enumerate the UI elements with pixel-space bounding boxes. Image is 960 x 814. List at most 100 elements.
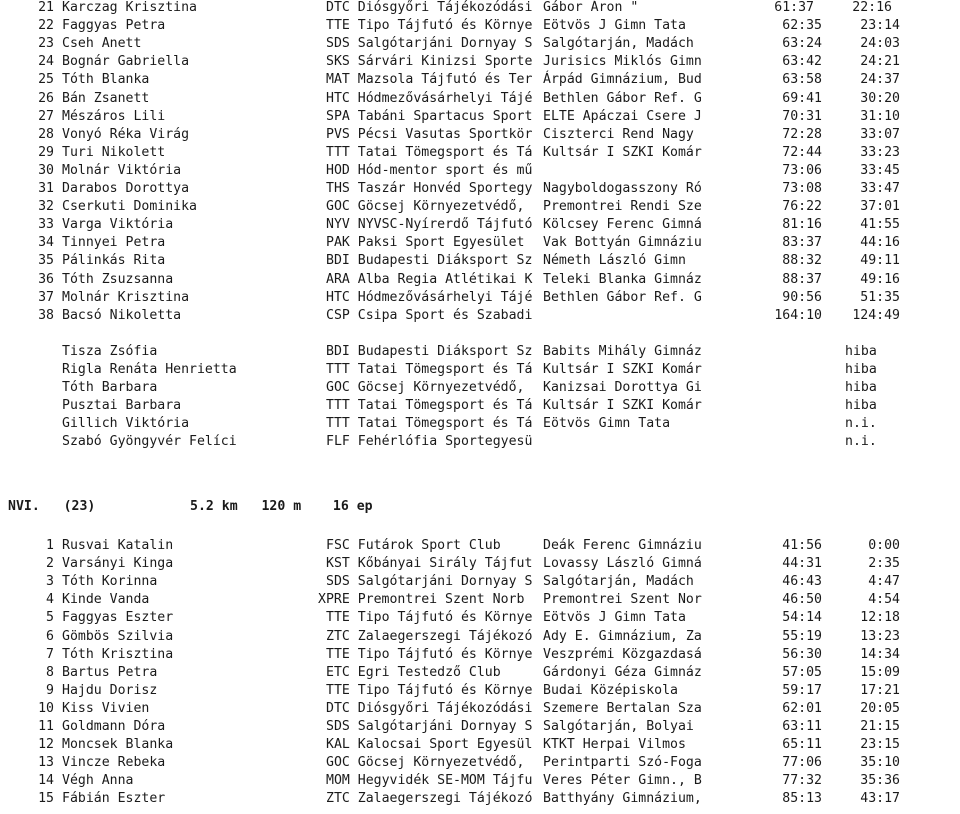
result-row: Gillich Viktória TTT Tatai Tömegsport és … bbox=[0, 415, 960, 433]
result-time: 63:24 bbox=[782, 36, 822, 52]
result-competitor-name: Tóth Barbara bbox=[62, 380, 158, 396]
result-competitor-name: Cseh Anett bbox=[62, 36, 142, 52]
result-school: Eötvös Gimn Tata bbox=[543, 416, 671, 432]
result-time: 83:37 bbox=[782, 235, 822, 251]
result-row: 15 Fábián Eszter ZTC Zalaegerszegi Tájékoz… bbox=[0, 790, 960, 808]
result-time-behind: 15:09 bbox=[860, 664, 900, 680]
result-rank: 34 bbox=[38, 235, 54, 251]
result-club: FLF Fehérlófia Sportegyesü bbox=[326, 434, 533, 450]
result-club: MOM Hegyvidék SE-MOM Tájfu bbox=[326, 773, 533, 789]
result-time-behind: 0:00 bbox=[868, 538, 900, 553]
result-status: hiba bbox=[845, 380, 877, 396]
result-competitor-name: Cserkuti Dominika bbox=[62, 199, 197, 215]
result-club: HTC Hódmezővásárhelyi Tájé bbox=[326, 289, 533, 305]
result-row: 21 Karczag Krisztina DTC Diósgyőri Tájékoz… bbox=[0, 0, 960, 17]
result-club: TTT Tatai Tömegsport és Tá bbox=[326, 144, 533, 160]
result-club: SDS Salgótarjáni Dornyay S bbox=[326, 36, 533, 52]
result-competitor-name: Pusztai Barbara bbox=[62, 398, 182, 414]
result-row: 35 Pálinkás Rita BDI Budapesti Diáksport S… bbox=[0, 252, 960, 270]
result-competitor-name: Karczag Krisztina bbox=[62, 0, 197, 15]
result-rank: 15 bbox=[38, 791, 54, 807]
result-time: 72:28 bbox=[782, 126, 822, 142]
result-time-behind: 41:55 bbox=[860, 217, 900, 233]
result-time-behind: 33:23 bbox=[860, 144, 900, 160]
result-school: Kultsár I SZKI Komár bbox=[543, 398, 702, 414]
result-row: 38 Bacsó Nikoletta CSP Csipa Sport és Szab… bbox=[0, 307, 960, 325]
result-club: ETC Egri Testedző Club bbox=[326, 664, 501, 680]
result-competitor-name: Bán Zsanett bbox=[62, 90, 150, 106]
result-time-behind: 4:54 bbox=[868, 592, 900, 608]
result-competitor-name: Rigla Renáta Henrietta bbox=[62, 362, 237, 377]
result-school: Eötvös J Gimn Tata bbox=[543, 610, 686, 626]
result-competitor-name: Varga Viktória bbox=[62, 217, 174, 233]
result-school: Szemere Bertalan Sza bbox=[543, 700, 702, 716]
result-time-behind: 49:16 bbox=[860, 271, 900, 287]
result-row: 36 Tóth Zsuzsanna ARA Alba Regia Atlétikai… bbox=[0, 271, 960, 289]
result-time: 73:08 bbox=[782, 181, 822, 196]
result-rank: 26 bbox=[38, 90, 54, 106]
result-time: 76:22 bbox=[782, 199, 822, 215]
result-time: 62:01 bbox=[782, 700, 822, 716]
result-row: 28 Vonyó Réka Virág PVS Pécsi Vasutas Spor… bbox=[0, 126, 960, 144]
result-school: Veszprémi Közgazdasá bbox=[543, 646, 702, 662]
result-school: ELTE Apáczai Csere J bbox=[543, 108, 702, 124]
result-competitor-name: Bacsó Nikoletta bbox=[62, 307, 182, 323]
result-club: BDI Budapesti Diáksport Sz bbox=[326, 343, 533, 359]
result-competitor-name: Faggyas Eszter bbox=[62, 610, 174, 626]
result-time: 59:17 bbox=[782, 682, 822, 698]
result-competitor-name: Hajdu Dorisz bbox=[62, 682, 158, 698]
result-row: Tóth Barbara GOC Göcsej Környezetvédő, Kan… bbox=[0, 379, 960, 397]
result-rank: 32 bbox=[38, 199, 54, 215]
result-time-behind: 31:10 bbox=[860, 108, 900, 124]
result-school: Salgótarján, Madách bbox=[543, 574, 694, 590]
result-club: GOC Göcsej Környezetvédő, bbox=[326, 380, 525, 396]
result-competitor-name: Varsányi Kinga bbox=[62, 556, 174, 572]
result-school: Veres Péter Gimn., B bbox=[543, 773, 702, 789]
result-row: 27 Mészáros Lili SPA Tabáni Spartacus Spor… bbox=[0, 108, 960, 126]
result-club: XPRE Premontrei Szent Norb bbox=[318, 592, 525, 608]
result-rank: 1 bbox=[46, 538, 54, 553]
result-school: Nagyboldogasszony Ró bbox=[543, 181, 702, 196]
result-time-behind: 44:16 bbox=[860, 235, 900, 251]
result-time-behind: 30:20 bbox=[860, 90, 900, 106]
result-row: 5 Faggyas Eszter TTE Tipo Tájfutó és Körny… bbox=[0, 609, 960, 627]
result-rank: 23 bbox=[38, 36, 54, 52]
result-row: 13 Vincze Rebeka GOC Göcsej Környezetvédő,… bbox=[0, 754, 960, 772]
result-school: Ady E. Gimnázium, Za bbox=[543, 628, 702, 644]
result-competitor-name: Tinnyei Petra bbox=[62, 235, 166, 251]
result-competitor-name: Kiss Vivien bbox=[62, 700, 150, 716]
result-rank: 9 bbox=[46, 682, 54, 698]
result-rank: 27 bbox=[38, 108, 54, 124]
result-club: HTC Hódmezővásárhelyi Tájé bbox=[326, 90, 533, 106]
result-competitor-name: Turi Nikolett bbox=[62, 144, 166, 160]
result-club: FSC Futárok Sport Club bbox=[326, 538, 501, 553]
result-school: Batthyány Gimnázium, bbox=[543, 791, 702, 807]
result-time: 62:35 bbox=[782, 18, 822, 34]
result-row: 24 Bognár Gabriella SKS Sárvári Kinizsi Sp… bbox=[0, 53, 960, 71]
result-rank: 7 bbox=[46, 646, 54, 662]
result-club: SDS Salgótarjáni Dornyay S bbox=[326, 574, 533, 590]
result-school: Premontrei Rendi Sze bbox=[543, 199, 702, 215]
result-row: Pusztai Barbara TTT Tatai Tömegsport és T… bbox=[0, 397, 960, 415]
result-school: Árpád Gimnázium, Bud bbox=[543, 72, 702, 88]
result-time: 41:56 bbox=[782, 538, 822, 553]
result-club: PVS Pécsi Vasutas Sportkör bbox=[326, 126, 533, 142]
result-row: Tisza Zsófia BDI Budapesti Diáksport Sz Ba… bbox=[0, 343, 960, 361]
result-club: ZTC Zalaegerszegi Tájékozó bbox=[326, 628, 533, 644]
result-row: 34 Tinnyei Petra PAK Paksi Sport Egyesület… bbox=[0, 234, 960, 252]
result-rank: 38 bbox=[38, 307, 54, 323]
result-competitor-name: Tóth Zsuzsanna bbox=[62, 271, 174, 287]
result-school: Babits Mihály Gimnáz bbox=[543, 343, 702, 359]
result-school: Kultsár I SZKI Komár bbox=[543, 144, 702, 160]
result-rank: 33 bbox=[38, 217, 54, 233]
result-row: 10 Kiss Vivien DTC Diósgyőri Tájékozódási S… bbox=[0, 700, 960, 718]
result-row: 25 Tóth Blanka MAT Mazsola Tájfutó és Ter Á… bbox=[0, 71, 960, 89]
result-rank: 10 bbox=[38, 700, 54, 716]
result-rank: 35 bbox=[38, 253, 54, 269]
result-school: Premontrei Szent Nor bbox=[543, 592, 702, 608]
result-rank: 4 bbox=[46, 592, 54, 608]
result-time-behind: 24:03 bbox=[860, 36, 900, 52]
result-school: Budai Középiskola bbox=[543, 682, 678, 698]
result-row: 7 Tóth Krisztina TTE Tipo Tájfutó és Körny… bbox=[0, 646, 960, 664]
result-rank: 11 bbox=[38, 719, 54, 734]
